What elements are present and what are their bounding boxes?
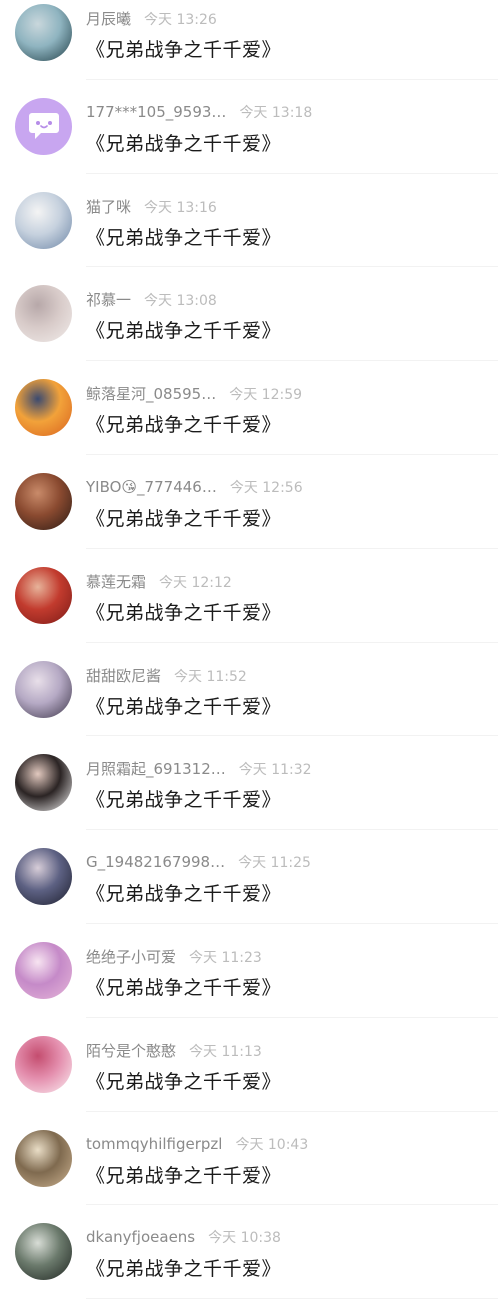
avatar-blossom-art[interactable] (15, 1035, 72, 1093)
comment-meta: 祁慕一 今天 13:08 (86, 289, 217, 310)
timestamp: 今天 12:12 (159, 574, 232, 591)
timestamp: 今天 12:59 (229, 387, 303, 404)
comment-meta: 177***105_9593… 今天 13:18 (86, 102, 312, 122)
comment-meta: tommqyhilfigerpzl 今天 10:43 (86, 1134, 308, 1154)
avatar-illustration[interactable] (15, 4, 72, 61)
username[interactable]: 月照霜起_691312… (86, 758, 226, 779)
comment-list: 月辰曦 今天 13:26 《兄弟战争之千千爱》 177***105_9593… 今天 1… (0, 0, 498, 1299)
comment-text: 《兄弟战争之千千爱》 (86, 507, 282, 530)
timestamp: 今天 11:52 (174, 668, 247, 685)
username[interactable]: 177***105_9593… (86, 103, 226, 121)
timestamp: 今天 13:18 (239, 104, 313, 121)
timestamp: 今天 13:08 (144, 293, 217, 310)
comment-row[interactable]: 绝绝子小可爱 今天 11:23 《兄弟战争之千千爱》 (0, 924, 498, 1018)
comment-text: 《兄弟战争之千千爱》 (86, 883, 282, 906)
avatar-night-photo[interactable] (15, 848, 72, 906)
avatar-red-costume[interactable] (15, 566, 72, 624)
comment-text: 《兄弟战争之千千爱》 (86, 1258, 282, 1281)
timestamp: 今天 13:26 (144, 12, 217, 28)
comment-row[interactable]: G_19482167998… 今天 11:25 《兄弟战争之千千爱》 (0, 830, 498, 924)
timestamp: 今天 11:23 (189, 949, 262, 966)
username[interactable]: dkanyfjoeaens (86, 1228, 195, 1246)
comment-text: 《兄弟战争之千千爱》 (86, 414, 282, 437)
username[interactable]: G_19482167998… (86, 853, 225, 871)
comment-meta: 慕莲无霜 今天 12:12 (86, 571, 232, 592)
username[interactable]: 鲸落星河_08595… (86, 383, 216, 404)
comment-row[interactable]: 177***105_9593… 今天 13:18 《兄弟战争之千千爱》 (0, 80, 498, 174)
avatar-portrait-dark[interactable] (15, 472, 72, 530)
avatar-pink-anime[interactable] (15, 941, 72, 999)
comment-meta: 鲸落星河_08595… 今天 12:59 (86, 383, 302, 404)
comment-meta: 猫了咪 今天 13:16 (86, 196, 217, 217)
comment-text: 《兄弟战争之千千爱》 (86, 226, 282, 249)
username[interactable]: 绝绝子小可爱 (86, 946, 176, 967)
timestamp: 今天 12:56 (229, 479, 303, 496)
comment-text: 《兄弟战争之千千爱》 (86, 39, 282, 61)
comment-text: 《兄弟战争之千千爱》 (86, 976, 282, 999)
comment-row[interactable]: 慕莲无霜 今天 12:12 《兄弟战争之千千爱》 (0, 549, 498, 643)
comment-meta: 陌兮是个憨憨 今天 11:13 (86, 1040, 262, 1061)
comment-meta: 甜甜欧尼酱 今天 11:52 (86, 665, 247, 686)
avatar-anime-girl[interactable] (15, 285, 72, 343)
comment-text: 《兄弟战争之千千爱》 (86, 1070, 282, 1093)
avatar-two-girls[interactable] (15, 754, 72, 812)
comment-meta: G_19482167998… 今天 11:25 (86, 852, 311, 872)
comment-meta: YIBO😘_777446… 今天 12:56 (86, 477, 303, 497)
comment-row[interactable]: YIBO😘_777446… 今天 12:56 《兄弟战争之千千爱》 (0, 455, 498, 549)
timestamp: 今天 11:25 (238, 855, 311, 872)
comment-meta: dkanyfjoeaens 今天 10:38 (86, 1227, 281, 1247)
timestamp: 今天 10:43 (235, 1136, 309, 1153)
avatar-idol-photo[interactable] (15, 660, 72, 718)
comment-text: 《兄弟战争之千千爱》 (86, 601, 282, 624)
comment-row[interactable]: dkanyfjoeaens 今天 10:38 《兄弟战争之千千爱》 (0, 1205, 498, 1299)
comment-text: 《兄弟战争之千千爱》 (86, 320, 282, 343)
avatar-orange-art[interactable] (15, 379, 72, 437)
comment-row[interactable]: 月照霜起_691312… 今天 11:32 《兄弟战争之千千爱》 (0, 736, 498, 831)
username[interactable]: tommqyhilfigerpzl (86, 1135, 222, 1153)
comment-text: 《兄弟战争之千千爱》 (86, 132, 282, 155)
username[interactable]: 慕莲无霜 (86, 571, 146, 592)
comment-row[interactable]: tommqyhilfigerpzl 今天 10:43 《兄弟战争之千千爱》 (0, 1112, 498, 1206)
username[interactable]: 猫了咪 (86, 196, 131, 217)
comment-text: 《兄弟战争之千千爱》 (86, 695, 282, 718)
comment-text: 《兄弟战争之千千爱》 (86, 789, 282, 812)
comment-row[interactable]: 鲸落星河_08595… 今天 12:59 《兄弟战争之千千爱》 (0, 361, 498, 455)
comment-meta: 月辰曦 今天 13:26 (86, 8, 217, 29)
comment-row[interactable]: 陌兮是个憨憨 今天 11:13 《兄弟战争之千千爱》 (0, 1018, 498, 1112)
username[interactable]: YIBO😘_777446… (86, 478, 217, 496)
comment-text: 《兄弟战争之千千爱》 (86, 1164, 282, 1187)
username[interactable]: 陌兮是个憨憨 (86, 1040, 176, 1061)
comment-meta: 月照霜起_691312… 今天 11:32 (86, 758, 312, 779)
avatar-sky-photo[interactable] (15, 191, 72, 249)
comment-row[interactable]: 猫了咪 今天 13:16 《兄弟战争之千千爱》 (0, 174, 498, 268)
avatar-railway-photo[interactable] (15, 1129, 72, 1187)
comment-row[interactable]: 月辰曦 今天 13:26 《兄弟战争之千千爱》 (0, 0, 498, 80)
chat-bubble-icon[interactable] (15, 97, 72, 155)
comment-row[interactable]: 甜甜欧尼酱 今天 11:52 《兄弟战争之千千爱》 (0, 643, 498, 737)
timestamp: 今天 11:13 (189, 1043, 262, 1060)
timestamp: 今天 10:38 (208, 1230, 281, 1247)
username[interactable]: 祁慕一 (86, 289, 131, 310)
timestamp: 今天 13:16 (144, 199, 217, 216)
comment-row[interactable]: 祁慕一 今天 13:08 《兄弟战争之千千爱》 (0, 267, 498, 362)
avatar-boy-photo[interactable] (15, 1223, 72, 1281)
timestamp: 今天 11:32 (238, 762, 312, 779)
username[interactable]: 甜甜欧尼酱 (86, 665, 161, 686)
username[interactable]: 月辰曦 (86, 8, 131, 29)
comment-meta: 绝绝子小可爱 今天 11:23 (86, 946, 262, 967)
